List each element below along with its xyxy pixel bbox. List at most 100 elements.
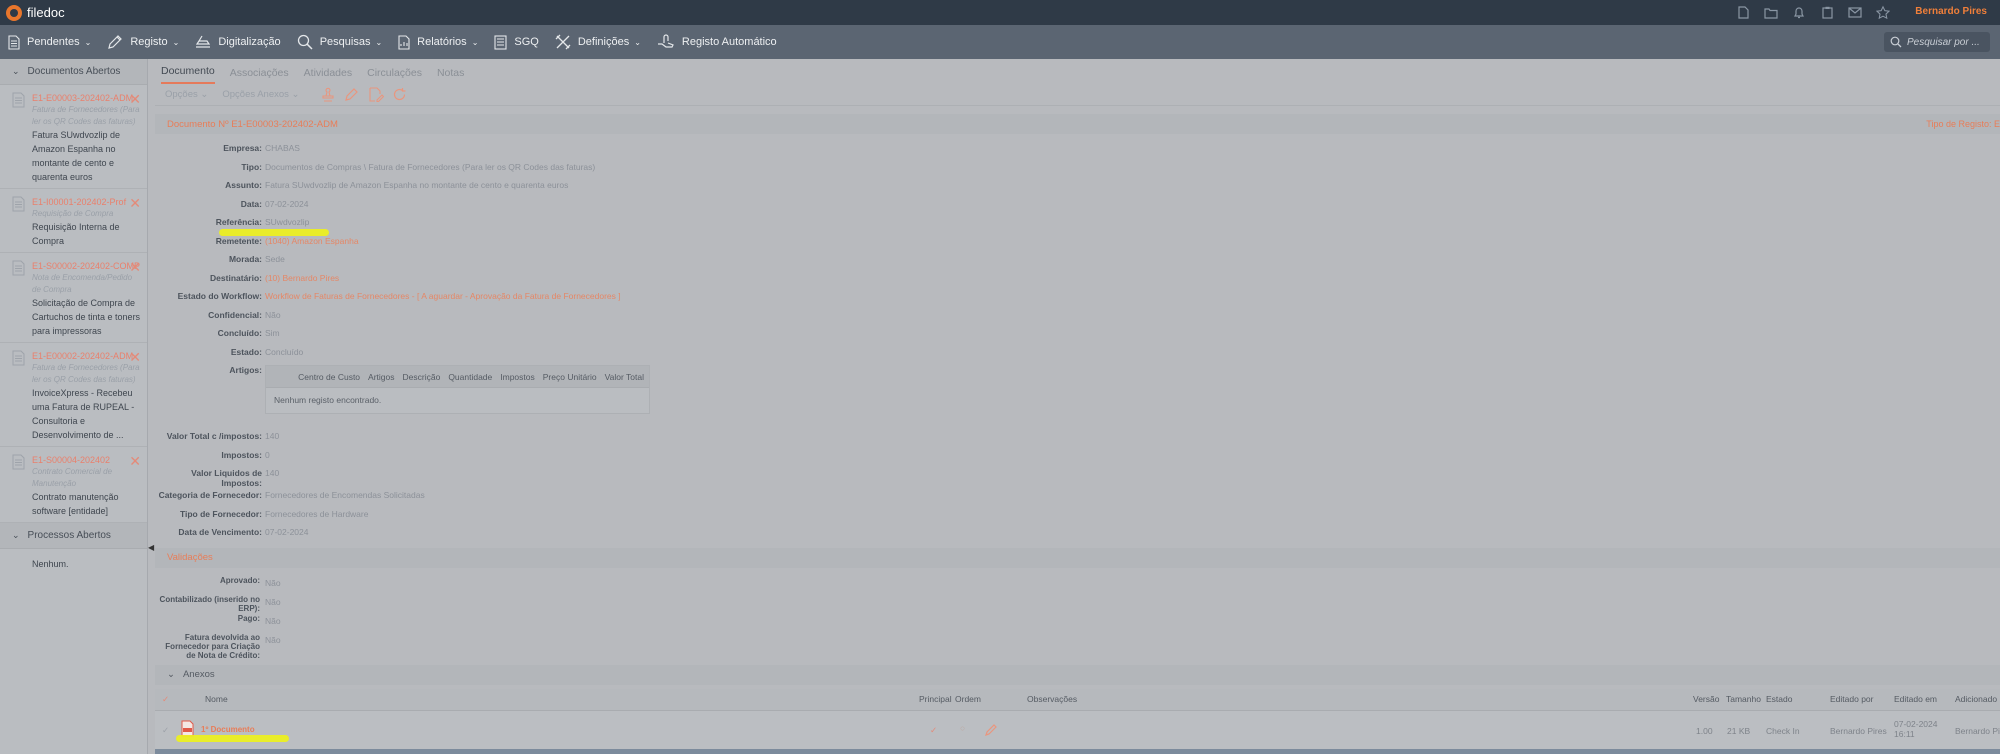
menu-relatorios[interactable]: Relatórios ⌄ (390, 25, 486, 59)
validation-row: Aprovado: Não (155, 576, 2000, 595)
edit-document-icon[interactable] (368, 87, 384, 102)
row-checkbox[interactable]: ✓ (162, 725, 169, 736)
artigos-col[interactable]: Descrição (403, 372, 441, 382)
close-icon[interactable]: ✕ (129, 454, 141, 468)
open-document-item[interactable]: E1-E00002-202402-ADM Fatura de Fornecedor… (0, 343, 147, 447)
field-row: Concluído: Sim (155, 326, 2000, 345)
document-type: Fatura de Fornecedores (Para ler os QR C… (32, 105, 140, 126)
validation-label: Aprovado: (220, 575, 260, 585)
search-input[interactable] (1907, 36, 1987, 48)
app-logo[interactable]: filedoc (6, 4, 65, 21)
field-label: Impostos: (221, 449, 262, 460)
highlight-mark (219, 229, 329, 236)
tab-documento[interactable]: Documento (161, 65, 215, 84)
artigos-col[interactable]: Centro de Custo (298, 372, 360, 382)
attachment-options-dropdown[interactable]: Opções Anexos ⌄ (222, 89, 299, 100)
field-row: Valor Total c /impostos: 140 (155, 429, 2000, 448)
col-principal[interactable]: Principal (919, 694, 952, 704)
close-icon[interactable]: ✕ (129, 196, 141, 210)
menu-registo-automatico[interactable]: Registo Automático (649, 25, 785, 59)
artigos-col[interactable]: Valor Total (605, 372, 644, 382)
col-observacoes[interactable]: Observações (1027, 694, 1077, 704)
menu-label: Relatórios (417, 36, 467, 48)
collapse-sidebar-icon[interactable]: ◀ (148, 543, 154, 552)
star-icon[interactable] (1876, 5, 1890, 20)
document-id[interactable]: E1-E00003-202402-ADM (32, 92, 143, 104)
open-processes-header[interactable]: ⌄ Processos Abertos (0, 523, 147, 549)
col-editado-por[interactable]: Editado por (1830, 694, 1873, 704)
menu-registo[interactable]: Registo ⌄ (99, 25, 187, 59)
edit-icon[interactable] (344, 87, 360, 102)
document-id[interactable]: E1-S00004-202402 (32, 454, 143, 466)
open-documents-header[interactable]: ⌄ Documentos Abertos (0, 59, 147, 85)
col-estado[interactable]: Estado (1766, 694, 1792, 704)
user-name[interactable]: Bernardo Pires (1915, 6, 1987, 17)
artigos-col[interactable]: Impostos (500, 372, 535, 382)
open-document-item[interactable]: E1-S00004-202402 Contrato Comercial de Ma… (0, 447, 147, 523)
document-toolbar: Opções ⌄ Opções Anexos ⌄ (155, 84, 2000, 106)
field-row: Destinatário: (10) Bernardo Pires (155, 271, 2000, 290)
folder-icon[interactable] (1764, 6, 1778, 20)
field-value[interactable]: (10) Bernardo Pires (265, 271, 339, 283)
bottom-scrollbar[interactable] (155, 749, 2000, 754)
document-info: E1-S00002-202402-COMP Nota de Encomenda/P… (32, 260, 143, 338)
chevron-down-icon: ⌄ (375, 37, 383, 47)
menu-digitalizacao[interactable]: Digitalização (187, 25, 288, 59)
options-label: Opções (165, 89, 198, 100)
menu-pendentes[interactable]: Pendentes ⌄ (0, 25, 99, 59)
document-id[interactable]: E1-S00002-202402-COMP (32, 260, 143, 272)
col-adicionado[interactable]: Adicionado (1955, 694, 1997, 704)
close-icon[interactable]: ✕ (129, 92, 141, 106)
attachment-row[interactable]: ✓ 1º Documento ✓ ○ 1.00 21 KB Check In B… (155, 710, 2000, 751)
col-versao[interactable]: Versão (1693, 694, 1719, 704)
field-row: Confidencial: Não (155, 308, 2000, 327)
clipboard-icon[interactable] (1820, 6, 1834, 20)
attachment-name[interactable]: 1º Documento (201, 725, 255, 734)
col-editado-em[interactable]: Editado em (1894, 694, 1937, 704)
tab-circulacoes[interactable]: Circulações (367, 67, 422, 84)
field-value: 140 (265, 431, 280, 441)
artigos-col[interactable]: Artigos (368, 372, 394, 382)
validacoes-title: Validações (167, 552, 213, 563)
col-nome[interactable]: Nome (205, 694, 228, 704)
open-document-item[interactable]: E1-S00002-202402-COMP Nota de Encomenda/P… (0, 253, 147, 343)
tab-atividades[interactable]: Atividades (304, 67, 352, 84)
open-document-item[interactable]: E1-E00003-202402-ADM Fatura de Fornecedor… (0, 85, 147, 189)
artigos-col[interactable]: Quantidade (448, 372, 492, 382)
col-tamanho[interactable]: Tamanho (1726, 694, 1761, 704)
document-id[interactable]: E1-E00002-202402-ADM (32, 350, 143, 362)
menu-definicoes[interactable]: Definições ⌄ (547, 25, 649, 59)
order-icon[interactable]: ○ (960, 723, 965, 733)
col-ordem[interactable]: Ordem (955, 694, 981, 704)
search-box[interactable] (1884, 32, 1990, 52)
search-icon (1890, 36, 1902, 48)
artigos-col[interactable]: Preço Unitário (543, 372, 597, 382)
close-icon[interactable]: ✕ (129, 350, 141, 364)
mail-icon[interactable] (1848, 6, 1862, 20)
menu-sgq[interactable]: SGQ (486, 25, 546, 59)
field-label: Tipo de Fornecedor: (179, 508, 262, 519)
refresh-icon[interactable] (392, 87, 407, 102)
field-value: 0 (265, 449, 270, 460)
tab-notas[interactable]: Notas (437, 67, 464, 84)
field-value[interactable]: Workflow de Faturas de Fornecedores - [ … (265, 289, 621, 301)
options-dropdown[interactable]: Opções ⌄ (165, 89, 208, 100)
document-icon[interactable] (1736, 6, 1750, 20)
field-value: SUwdvozlip (265, 217, 310, 227)
field-row: Estado: Concluído (155, 345, 2000, 364)
document-type: Requisição de Compra (32, 209, 114, 218)
tab-associacoes[interactable]: Associações (230, 67, 289, 84)
menu-label: Pendentes (27, 36, 80, 48)
select-all-checkbox[interactable]: ✓ (162, 694, 169, 705)
stamp-icon[interactable] (320, 87, 336, 102)
bell-icon[interactable] (1792, 6, 1806, 20)
document-description: Fatura SUwdvozlip de Amazon Espanha no m… (32, 130, 121, 182)
field-value: Fornecedores de Encomendas Solicitadas (265, 490, 425, 500)
document-id[interactable]: E1-I00001-202402-Prof (32, 196, 143, 208)
anexos-header[interactable]: ⌄ Anexos (155, 664, 2000, 685)
edit-icon[interactable] (985, 723, 998, 738)
close-icon[interactable]: ✕ (129, 260, 141, 274)
open-document-item[interactable]: E1-I00001-202402-Prof Requisição de Compr… (0, 189, 147, 253)
menu-pesquisas[interactable]: Pesquisas ⌄ (289, 25, 390, 59)
pencil-icon (108, 35, 123, 49)
